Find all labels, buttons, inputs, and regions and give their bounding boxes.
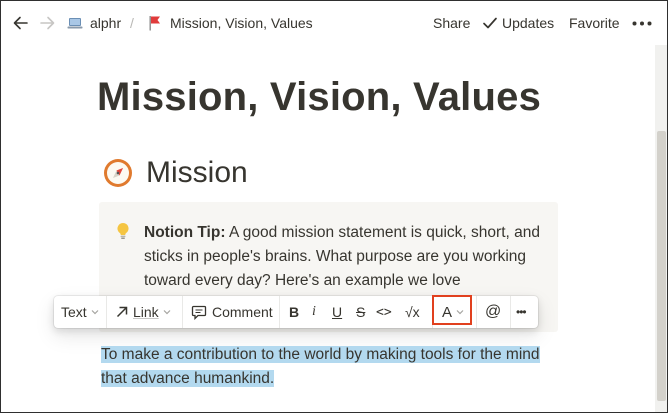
selection-highlight: To make a contribution to the world by m…	[101, 346, 540, 387]
code-button[interactable]: <>	[376, 296, 392, 328]
toolbar-divider	[182, 296, 183, 328]
strikethrough-label: S	[356, 304, 366, 320]
mission-heading[interactable]: Mission	[146, 156, 248, 190]
equation-button[interactable]: √x	[405, 296, 420, 328]
share-button[interactable]: Share	[433, 15, 470, 31]
toolbar-divider	[106, 296, 107, 328]
comment-label: Comment	[212, 304, 273, 320]
equation-label: √x	[405, 304, 420, 320]
bold-label: B	[289, 304, 300, 320]
checkmark-icon	[483, 17, 497, 29]
callout-text[interactable]: Notion Tip: A good mission statement is …	[144, 221, 552, 293]
italic-label: i	[312, 304, 316, 319]
arrow-up-right-icon	[116, 306, 128, 318]
top-bar: alphr / Mission, Vision, Values Share Up…	[1, 1, 667, 45]
callout-bold-label: Notion Tip:	[144, 224, 226, 241]
toolbar-divider	[279, 296, 280, 328]
chevron-down-icon	[91, 310, 99, 315]
mention-button[interactable]: @	[485, 296, 501, 328]
page-title[interactable]: Mission, Vision, Values	[97, 75, 541, 120]
underline-label: U	[332, 304, 343, 320]
more-options-icon[interactable]	[632, 21, 652, 26]
mention-label: @	[485, 303, 502, 320]
more-formatting-button[interactable]: •••	[516, 296, 527, 328]
code-label: <>	[376, 304, 392, 320]
selected-paragraph[interactable]: To make a contribution to the world by m…	[101, 343, 541, 391]
link-button[interactable]: Link	[115, 296, 171, 328]
strikethrough-button[interactable]: S	[356, 296, 365, 328]
compass-icon	[104, 159, 132, 187]
breadcrumb-workspace[interactable]: alphr	[90, 15, 121, 31]
bold-button[interactable]: B	[289, 296, 299, 328]
turn-into-dropdown[interactable]: Text	[61, 296, 99, 328]
speech-bubble-icon	[191, 305, 207, 320]
more-formatting-label: •••	[516, 305, 527, 319]
breadcrumb-page[interactable]: Mission, Vision, Values	[170, 15, 313, 31]
laptop-icon	[67, 18, 83, 29]
breadcrumb-separator: /	[130, 15, 134, 31]
italic-button[interactable]: i	[312, 296, 316, 328]
forward-arrow-icon[interactable]	[37, 13, 57, 33]
annotation-highlight-box	[432, 295, 472, 325]
toolbar-divider	[476, 296, 477, 328]
lightbulb-icon	[117, 222, 129, 239]
chevron-down-icon	[163, 310, 171, 315]
comment-button[interactable]: Comment	[191, 296, 273, 328]
toolbar-divider	[510, 296, 511, 328]
red-flag-icon	[149, 16, 160, 31]
underline-button[interactable]: U	[332, 296, 342, 328]
scrollbar-thumb[interactable]	[657, 131, 666, 401]
turn-into-label: Text	[61, 304, 87, 320]
notion-window: alphr / Mission, Vision, Values Share Up…	[0, 0, 668, 413]
back-arrow-icon[interactable]	[11, 13, 31, 33]
updates-button[interactable]: Updates	[502, 15, 554, 31]
favorite-button[interactable]: Favorite	[569, 15, 620, 31]
link-label: Link	[133, 304, 159, 320]
